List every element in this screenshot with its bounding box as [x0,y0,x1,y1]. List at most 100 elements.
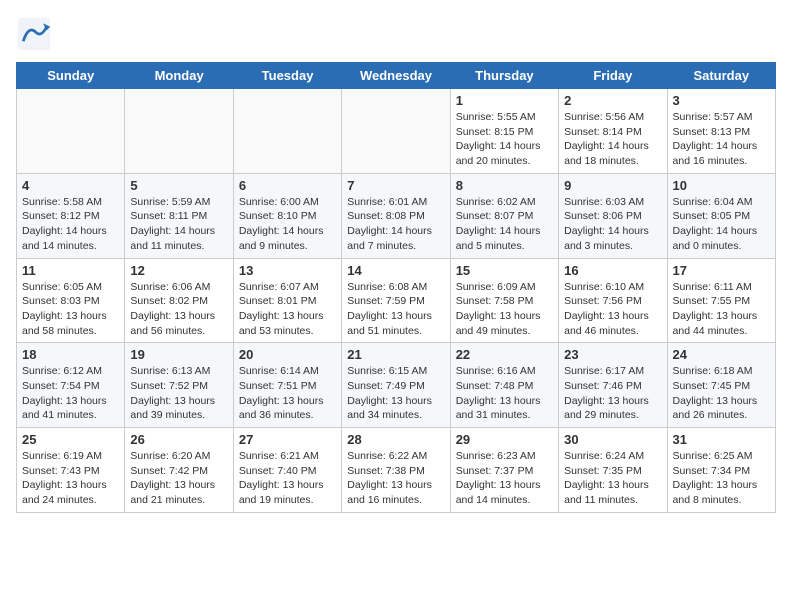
day-cell-7: 7 Sunrise: 6:01 AM Sunset: 8:08 PM Daylig… [342,173,450,258]
empty-cell [125,89,233,174]
day-number-3: 3 [673,93,770,108]
day-info-6: Sunrise: 6:00 AM Sunset: 8:10 PM Dayligh… [239,195,336,254]
day-info-27: Sunrise: 6:21 AM Sunset: 7:40 PM Dayligh… [239,449,336,508]
day-number-15: 15 [456,263,553,278]
day-cell-16: 16 Sunrise: 6:10 AM Sunset: 7:56 PM Dayli… [559,258,667,343]
day-info-23: Sunrise: 6:17 AM Sunset: 7:46 PM Dayligh… [564,364,661,423]
day-info-3: Sunrise: 5:57 AM Sunset: 8:13 PM Dayligh… [673,110,770,169]
week-row-1: 1 Sunrise: 5:55 AM Sunset: 8:15 PM Daylig… [17,89,776,174]
day-info-24: Sunrise: 6:18 AM Sunset: 7:45 PM Dayligh… [673,364,770,423]
day-info-11: Sunrise: 6:05 AM Sunset: 8:03 PM Dayligh… [22,280,119,339]
day-info-14: Sunrise: 6:08 AM Sunset: 7:59 PM Dayligh… [347,280,444,339]
day-info-7: Sunrise: 6:01 AM Sunset: 8:08 PM Dayligh… [347,195,444,254]
day-info-29: Sunrise: 6:23 AM Sunset: 7:37 PM Dayligh… [456,449,553,508]
day-number-29: 29 [456,432,553,447]
day-cell-24: 24Sunrise: 6:18 AM Sunset: 7:45 PM Dayli… [667,343,775,428]
day-info-28: Sunrise: 6:22 AM Sunset: 7:38 PM Dayligh… [347,449,444,508]
day-info-25: Sunrise: 6:19 AM Sunset: 7:43 PM Dayligh… [22,449,119,508]
day-cell-17: 17Sunrise: 6:11 AM Sunset: 7:55 PM Dayli… [667,258,775,343]
day-number-9: 9 [564,178,661,193]
day-number-12: 12 [130,263,227,278]
weekday-monday: Monday [125,63,233,89]
day-cell-15: 15 Sunrise: 6:09 AM Sunset: 7:58 PM Dayli… [450,258,558,343]
day-cell-29: 29 Sunrise: 6:23 AM Sunset: 7:37 PM Dayli… [450,428,558,513]
day-info-26: Sunrise: 6:20 AM Sunset: 7:42 PM Dayligh… [130,449,227,508]
day-info-19: Sunrise: 6:13 AM Sunset: 7:52 PM Dayligh… [130,364,227,423]
day-cell-26: 26 Sunrise: 6:20 AM Sunset: 7:42 PM Dayli… [125,428,233,513]
day-number-20: 20 [239,347,336,362]
day-cell-10: 10Sunrise: 6:04 AM Sunset: 8:05 PM Dayli… [667,173,775,258]
day-number-18: 18 [22,347,119,362]
calendar-body: 1 Sunrise: 5:55 AM Sunset: 8:15 PM Daylig… [17,89,776,513]
day-cell-18: 18 Sunrise: 6:12 AM Sunset: 7:54 PM Dayli… [17,343,125,428]
day-info-30: Sunrise: 6:24 AM Sunset: 7:35 PM Dayligh… [564,449,661,508]
day-number-30: 30 [564,432,661,447]
day-info-10: Sunrise: 6:04 AM Sunset: 8:05 PM Dayligh… [673,195,770,254]
day-cell-19: 19 Sunrise: 6:13 AM Sunset: 7:52 PM Dayli… [125,343,233,428]
day-cell-9: 9 Sunrise: 6:03 AM Sunset: 8:06 PM Daylig… [559,173,667,258]
weekday-wednesday: Wednesday [342,63,450,89]
day-cell-22: 22 Sunrise: 6:16 AM Sunset: 7:48 PM Dayli… [450,343,558,428]
empty-cell [17,89,125,174]
day-info-4: Sunrise: 5:58 AM Sunset: 8:12 PM Dayligh… [22,195,119,254]
calendar-header: SundayMondayTuesdayWednesdayThursdayFrid… [17,63,776,89]
day-cell-28: 28 Sunrise: 6:22 AM Sunset: 7:38 PM Dayli… [342,428,450,513]
day-number-28: 28 [347,432,444,447]
empty-cell [233,89,341,174]
week-row-3: 11 Sunrise: 6:05 AM Sunset: 8:03 PM Dayli… [17,258,776,343]
day-info-12: Sunrise: 6:06 AM Sunset: 8:02 PM Dayligh… [130,280,227,339]
day-cell-8: 8 Sunrise: 6:02 AM Sunset: 8:07 PM Daylig… [450,173,558,258]
weekday-friday: Friday [559,63,667,89]
day-cell-21: 21Sunrise: 6:15 AM Sunset: 7:49 PM Dayli… [342,343,450,428]
day-info-20: Sunrise: 6:14 AM Sunset: 7:51 PM Dayligh… [239,364,336,423]
logo [16,16,56,52]
day-number-27: 27 [239,432,336,447]
day-number-5: 5 [130,178,227,193]
day-cell-20: 20 Sunrise: 6:14 AM Sunset: 7:51 PM Dayli… [233,343,341,428]
day-cell-30: 30 Sunrise: 6:24 AM Sunset: 7:35 PM Dayli… [559,428,667,513]
day-info-16: Sunrise: 6:10 AM Sunset: 7:56 PM Dayligh… [564,280,661,339]
day-number-19: 19 [130,347,227,362]
day-number-6: 6 [239,178,336,193]
weekday-sunday: Sunday [17,63,125,89]
day-number-21: 21 [347,347,444,362]
day-number-11: 11 [22,263,119,278]
day-number-4: 4 [22,178,119,193]
day-cell-12: 12 Sunrise: 6:06 AM Sunset: 8:02 PM Dayli… [125,258,233,343]
day-number-14: 14 [347,263,444,278]
day-cell-25: 25 Sunrise: 6:19 AM Sunset: 7:43 PM Dayli… [17,428,125,513]
day-info-31: Sunrise: 6:25 AM Sunset: 7:34 PM Dayligh… [673,449,770,508]
day-cell-5: 5Sunrise: 5:59 AM Sunset: 8:11 PM Daylig… [125,173,233,258]
day-number-16: 16 [564,263,661,278]
day-info-15: Sunrise: 6:09 AM Sunset: 7:58 PM Dayligh… [456,280,553,339]
day-info-22: Sunrise: 6:16 AM Sunset: 7:48 PM Dayligh… [456,364,553,423]
weekday-row: SundayMondayTuesdayWednesdayThursdayFrid… [17,63,776,89]
day-number-22: 22 [456,347,553,362]
day-number-23: 23 [564,347,661,362]
calendar-table: SundayMondayTuesdayWednesdayThursdayFrid… [16,62,776,513]
day-number-1: 1 [456,93,553,108]
weekday-saturday: Saturday [667,63,775,89]
day-info-13: Sunrise: 6:07 AM Sunset: 8:01 PM Dayligh… [239,280,336,339]
week-row-4: 18 Sunrise: 6:12 AM Sunset: 7:54 PM Dayli… [17,343,776,428]
day-number-26: 26 [130,432,227,447]
day-cell-1: 1 Sunrise: 5:55 AM Sunset: 8:15 PM Daylig… [450,89,558,174]
week-row-2: 4 Sunrise: 5:58 AM Sunset: 8:12 PM Daylig… [17,173,776,258]
day-cell-13: 13 Sunrise: 6:07 AM Sunset: 8:01 PM Dayli… [233,258,341,343]
weekday-tuesday: Tuesday [233,63,341,89]
day-number-8: 8 [456,178,553,193]
day-info-9: Sunrise: 6:03 AM Sunset: 8:06 PM Dayligh… [564,195,661,254]
day-cell-3: 3 Sunrise: 5:57 AM Sunset: 8:13 PM Daylig… [667,89,775,174]
day-info-1: Sunrise: 5:55 AM Sunset: 8:15 PM Dayligh… [456,110,553,169]
day-number-7: 7 [347,178,444,193]
day-cell-11: 11 Sunrise: 6:05 AM Sunset: 8:03 PM Dayli… [17,258,125,343]
day-info-8: Sunrise: 6:02 AM Sunset: 8:07 PM Dayligh… [456,195,553,254]
day-cell-31: 31Sunrise: 6:25 AM Sunset: 7:34 PM Dayli… [667,428,775,513]
day-cell-2: 2Sunrise: 5:56 AM Sunset: 8:14 PM Daylig… [559,89,667,174]
day-cell-23: 23 Sunrise: 6:17 AM Sunset: 7:46 PM Dayli… [559,343,667,428]
page-header [16,16,776,52]
day-number-13: 13 [239,263,336,278]
day-cell-6: 6 Sunrise: 6:00 AM Sunset: 8:10 PM Daylig… [233,173,341,258]
day-info-18: Sunrise: 6:12 AM Sunset: 7:54 PM Dayligh… [22,364,119,423]
day-number-25: 25 [22,432,119,447]
